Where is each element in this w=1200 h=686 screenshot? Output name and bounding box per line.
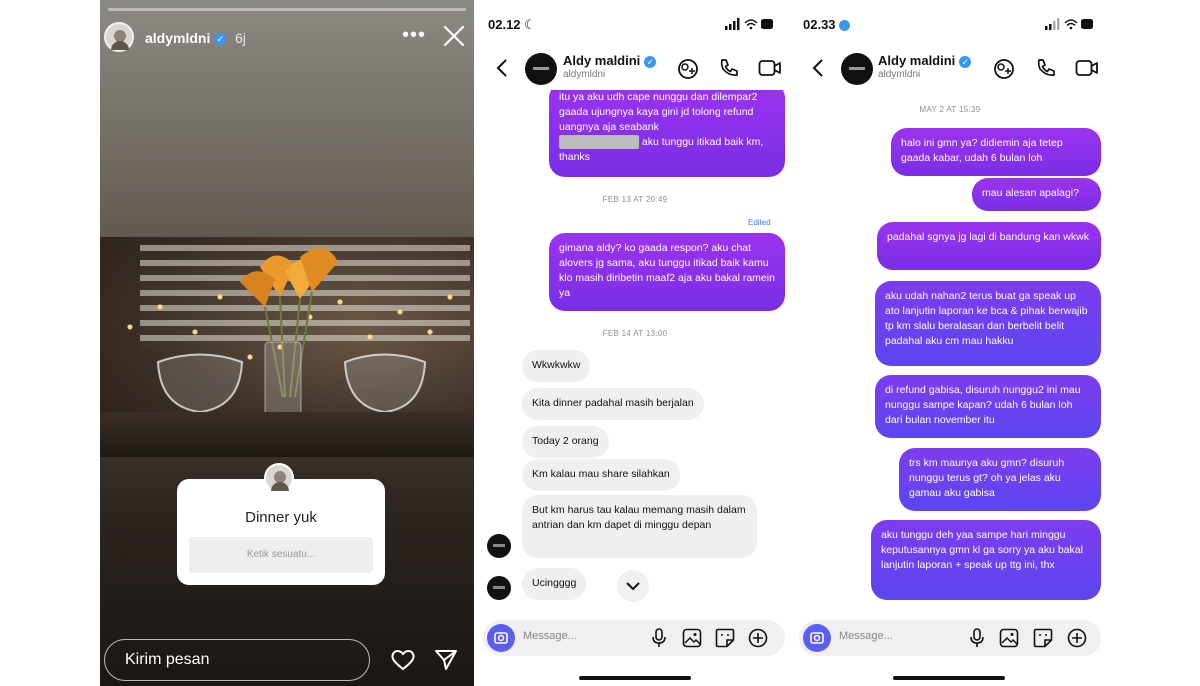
contact-handle: aldymldni [563,69,606,80]
sticker-answer-input[interactable]: Ketik sesuatu... [189,537,373,573]
home-indicator [893,676,1005,680]
status-time: 02.12 ☾ [488,17,536,33]
back-icon[interactable] [495,58,509,83]
incoming-message[interactable]: Wkwkwkw [522,350,591,382]
outgoing-message[interactable]: trs km maunya aku gmn? disuruh nunggu te… [899,448,1101,511]
question-sticker: Dinner yuk Ketik sesuatu... [177,463,385,585]
home-indicator [579,676,691,680]
status-time-text: 02.33 [803,17,836,32]
video-call-icon[interactable] [758,57,782,84]
contact-avatar[interactable] [525,53,557,85]
heart-icon[interactable] [390,648,416,677]
timestamp: FEB 13 AT 20:49 [602,195,668,204]
gallery-icon[interactable] [682,628,702,653]
incoming-message[interactable]: Today 2 orang [522,426,609,458]
verified-icon: ✓ [644,55,657,68]
outgoing-message[interactable]: di refund gabisa, disuruh nunggu2 ini ma… [875,375,1101,438]
sticker-icon[interactable] [715,628,735,653]
dm-header: Aldy maldini ✓ aldymldni [475,50,795,88]
status-time: 02.33 [803,17,851,32]
story-panel: aldymldni✓ 6j ••• Dinner yuk Ketik sesu [100,0,474,686]
sticker-title: Dinner yuk [245,509,317,526]
incoming-message[interactable]: Kita dinner padahal masih berjalan [522,388,704,420]
sender-avatar [487,534,511,558]
add-icon[interactable] [748,628,768,653]
contact-name[interactable]: Aldy maldini ✓ [563,53,657,68]
close-icon[interactable] [442,24,466,53]
chevron-down-icon [626,582,640,591]
sticker-avatar [264,463,294,493]
effects-icon[interactable] [676,57,700,86]
back-icon[interactable] [811,58,825,83]
story-photo [100,237,474,457]
outgoing-message[interactable]: mau alesan apalagi? [972,178,1101,211]
camera-button[interactable] [487,624,515,652]
story-username[interactable]: aldymldni ✓ [145,30,227,46]
dm-header: Aldy maldini ✓ aldymldni [795,50,1105,88]
camera-button[interactable] [803,624,831,652]
moon-icon: ☾ [524,17,536,32]
message-text: itu ya aku udh cape nunggu dan dilempar2… [559,91,758,133]
sticker-icon[interactable] [1033,628,1053,653]
more-icon[interactable]: ••• [402,24,426,47]
contact-name-text: Aldy maldini [563,53,641,68]
contact-handle: aldymldni [878,69,921,80]
outgoing-message[interactable]: gimana aldy? ko gaada respon? aku chat a… [549,233,785,311]
message-list: MAY 2 AT 15:39 halo ini gmn ya? didiemin… [795,90,1105,621]
dm-chat-panel-1: 02.12 ☾ Aldy maldini ✓ aldymldni itu ya a… [475,0,795,686]
dm-chat-panel-2: 02.33 Aldy maldini ✓ aldymldni MAY 2 AT 1… [795,0,1105,686]
phone-icon[interactable] [718,57,740,84]
contact-name[interactable]: Aldy maldini ✓ [878,53,972,68]
edited-label: Edited [748,218,771,227]
status-icons [1045,17,1095,35]
incoming-message[interactable]: Ucingggg [522,568,587,600]
message-composer: Message... [799,620,1101,656]
contact-name-text: Aldy maldini [878,53,956,68]
incoming-message[interactable]: But km harus tau kalau memang masih dala… [522,495,757,558]
outgoing-message[interactable]: aku tunggu deh yaa sampe hari minggu kep… [871,520,1101,600]
microphone-icon[interactable] [651,628,667,653]
status-time-text: 02.12 [488,17,521,32]
add-icon[interactable] [1067,628,1087,653]
story-username-text: aldymldni [145,30,211,46]
contact-avatar[interactable] [841,53,873,85]
message-input[interactable]: Message... [523,630,577,642]
story-avatar[interactable] [104,22,134,52]
phone-icon[interactable] [1035,57,1057,84]
verified-icon: ✓ [959,55,972,68]
effects-icon[interactable] [992,57,1016,86]
story-reply-input[interactable]: Kirim pesan [104,639,370,681]
outgoing-message[interactable]: aku udah nahan2 terus buat ga speak up a… [875,281,1101,366]
sender-avatar [487,576,511,600]
incoming-message[interactable]: Km kalau mau share silahkan [522,459,680,491]
story-time: 6j [235,30,246,46]
timestamp: MAY 2 AT 15:39 [919,105,981,114]
outgoing-message[interactable]: padahal sgnya jg lagi di bandung kan wkw… [877,222,1101,270]
message-input[interactable]: Message... [839,630,893,642]
camera-icon [810,632,824,644]
story-progress-bar [108,8,466,11]
timestamp: FEB 14 AT 13:00 [602,329,668,338]
send-icon[interactable] [434,648,458,677]
video-call-icon[interactable] [1075,57,1099,84]
status-icons [725,17,775,35]
redacted-account-number [559,135,639,150]
verified-icon: ✓ [214,33,227,46]
microphone-icon[interactable] [969,628,985,653]
gallery-icon[interactable] [999,628,1019,653]
scroll-down-button[interactable] [617,570,649,602]
story-header: aldymldni ✓ 6j ••• [100,22,474,56]
outgoing-message[interactable]: itu ya aku udh cape nunggu dan dilempar2… [549,90,785,177]
message-composer: Message... [483,620,785,656]
outgoing-message[interactable]: halo ini gmn ya? didiemin aja tetep gaad… [891,128,1101,176]
camera-icon [494,632,508,644]
location-icon [839,20,851,32]
message-list: itu ya aku udh cape nunggu dan dilempar2… [475,90,795,621]
